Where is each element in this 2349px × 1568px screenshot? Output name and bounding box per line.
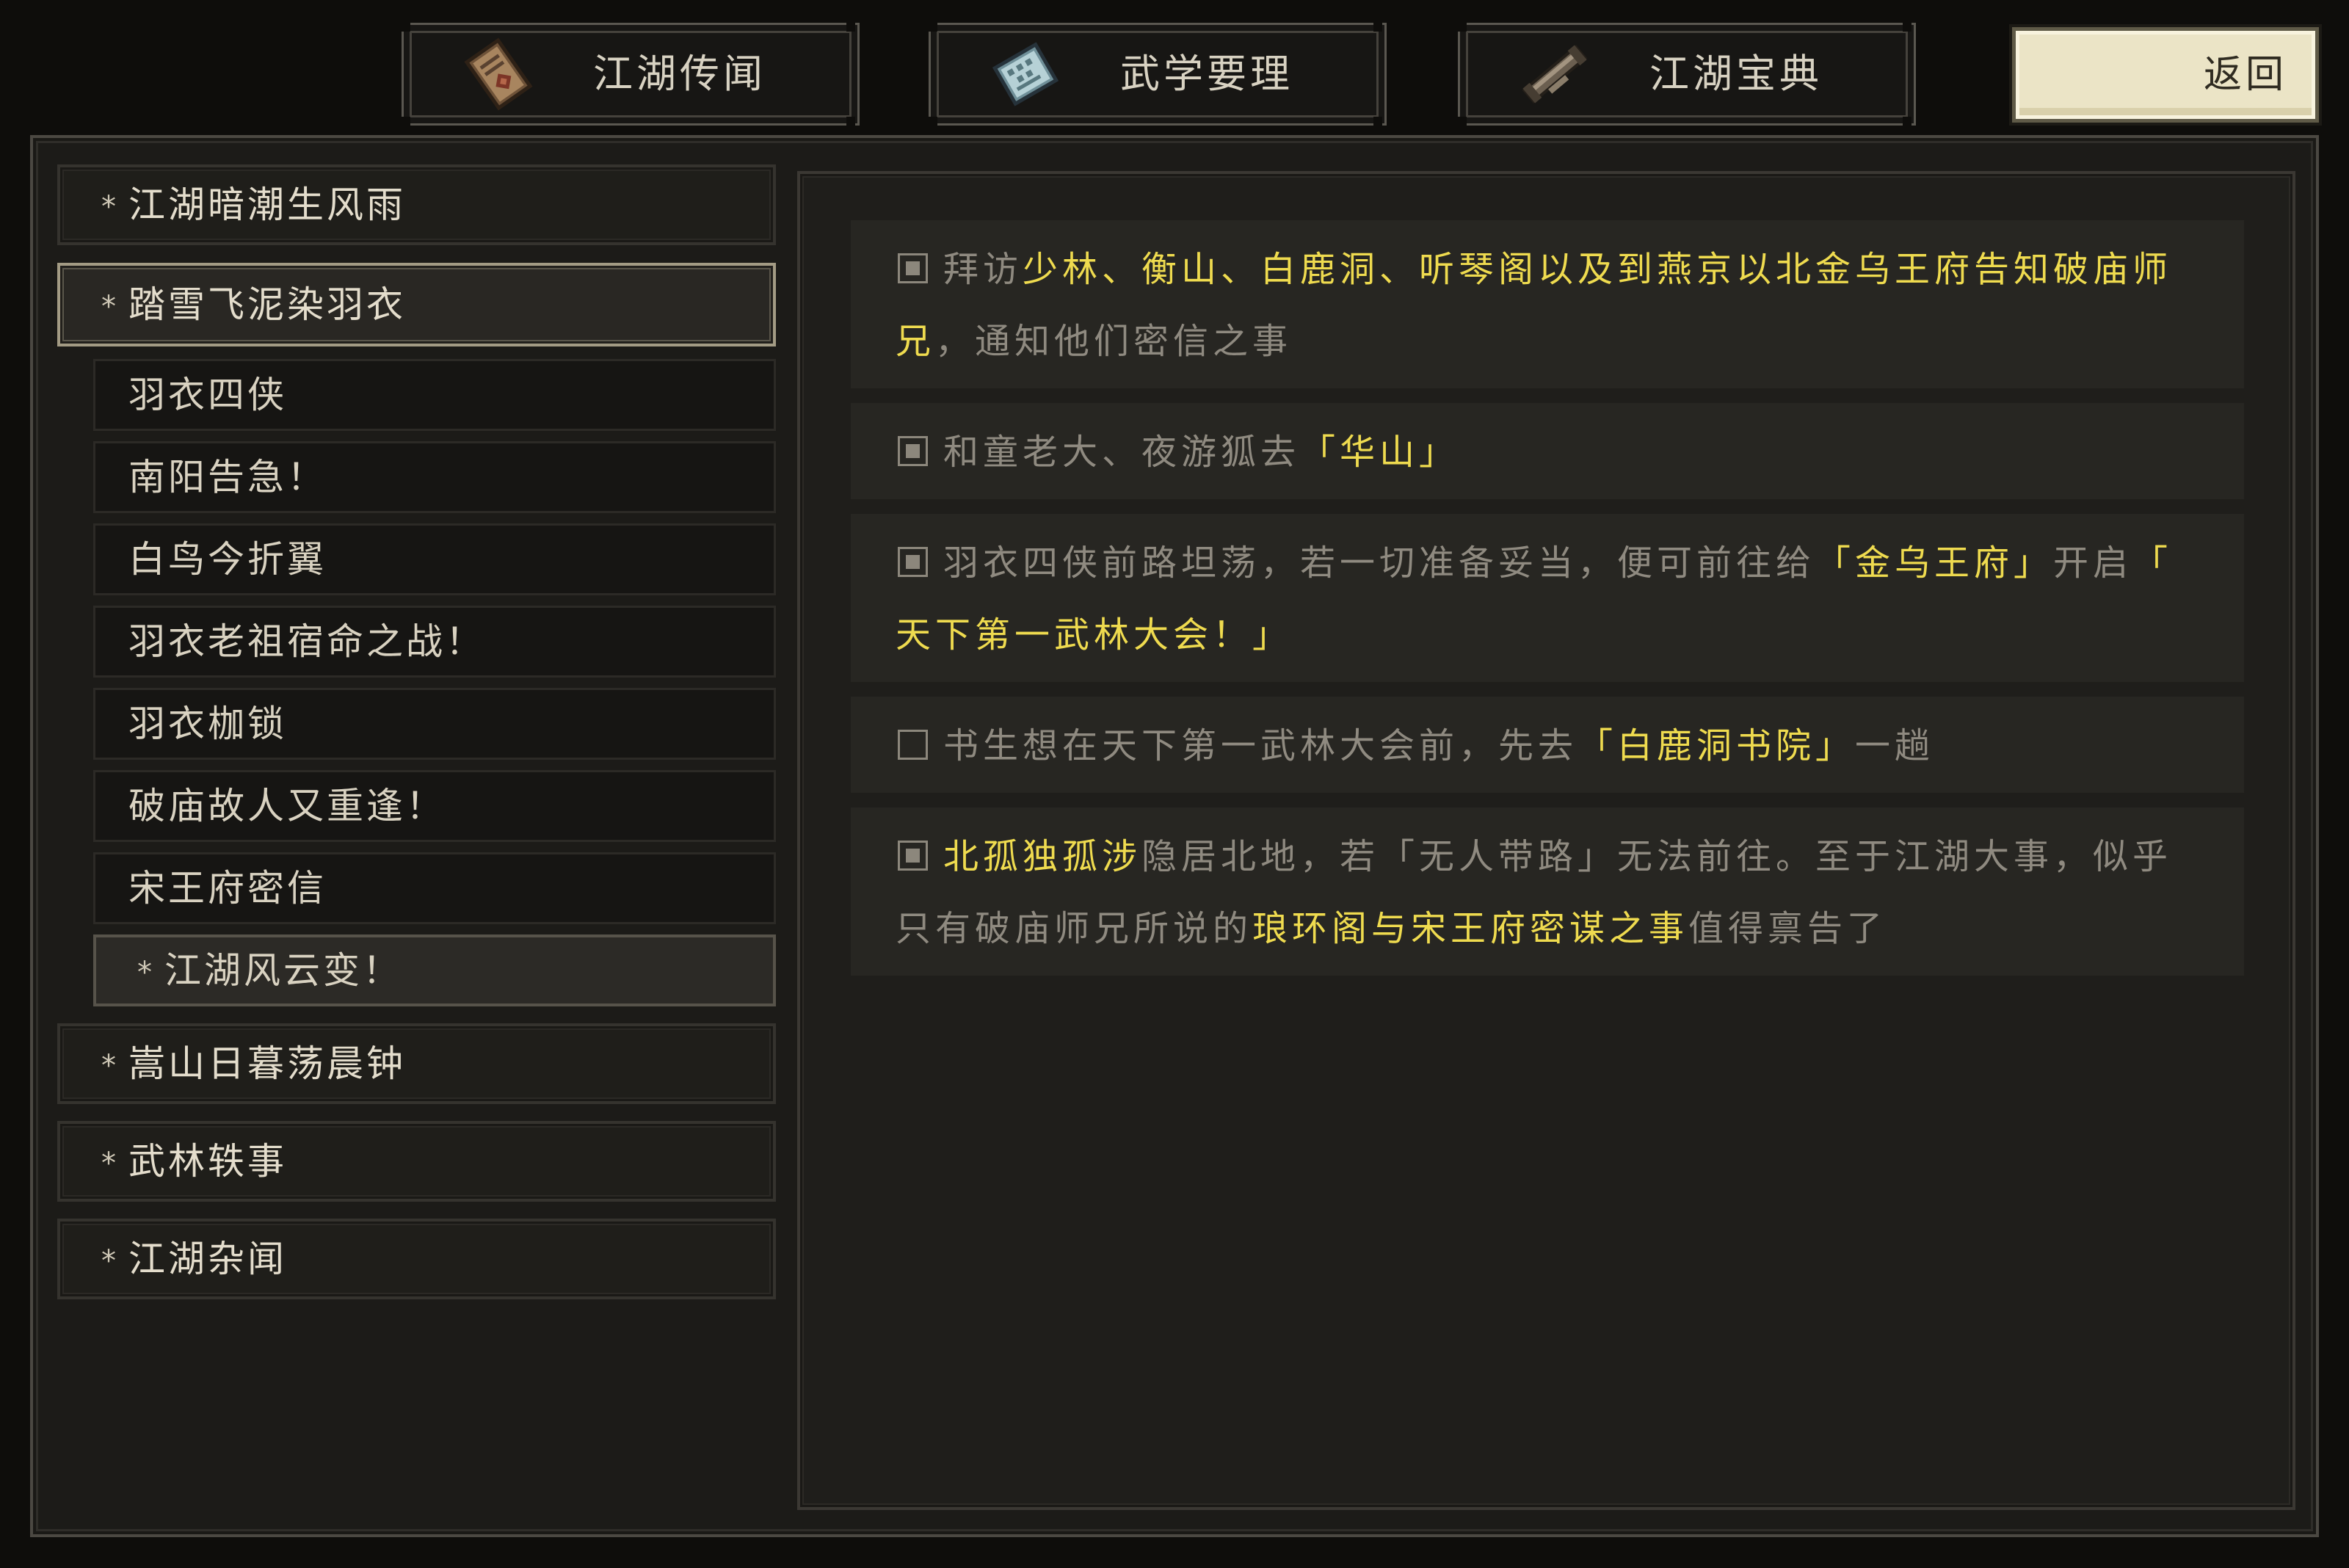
- objective-entry: 书生想在天下第一武林大会前，先去「白鹿洞书院」一趟: [851, 697, 2244, 793]
- quest-item[interactable]: 宋王府密信: [93, 852, 776, 924]
- objective-text: 一趟: [1855, 725, 1935, 766]
- objective-list: 拜访少林、衡山、白鹿洞、听琴阁以及到燕京以北金乌王府告知破庙师兄，通知他们密信之…: [851, 220, 2244, 976]
- chapter-item[interactable]: 武林轶事: [57, 1121, 776, 1202]
- quest-label: 羽衣四侠: [128, 374, 287, 416]
- objective-entry: 拜访少林、衡山、白鹿洞、听琴阁以及到燕京以北金乌王府告知破庙师兄，通知他们密信之…: [851, 220, 2244, 388]
- quest-item[interactable]: 羽衣枷锁: [93, 688, 776, 760]
- objective-text: 和童老大、夜游狐去: [943, 432, 1301, 473]
- quest-item[interactable]: 江湖风云变！: [93, 934, 776, 1006]
- objective-keyword: 「金乌王府」: [1815, 542, 2054, 584]
- quest-label: 江湖风云变！: [164, 949, 402, 992]
- quest-label: 南阳告急！: [128, 456, 327, 498]
- checkbox-icon: [898, 546, 928, 577]
- tab-jianghu-baodian[interactable]: 江湖宝典: [1458, 23, 1916, 126]
- quest-item[interactable]: 羽衣四侠: [93, 359, 776, 431]
- martial-manual-icon: [989, 37, 1062, 111]
- objective-text: 羽衣四侠前路坦荡，若一切准备妥当，便可前往给: [943, 542, 1816, 584]
- star-bullet-icon: [101, 1124, 116, 1203]
- back-button-label: 返回: [2203, 53, 2287, 97]
- checkbox-icon: [898, 253, 928, 283]
- objective-keyword: 「华山」: [1300, 432, 1459, 473]
- chapter-item[interactable]: 江湖杂闻: [57, 1219, 776, 1299]
- tab-jianghu-chuanwen[interactable]: 江湖传闻: [402, 23, 860, 126]
- objective-text: 值得禀告了: [1688, 908, 1887, 949]
- quest-label: 羽衣枷锁: [128, 703, 287, 745]
- quest-item[interactable]: 南阳告急！: [93, 441, 776, 513]
- quest-item[interactable]: 羽衣老祖宿命之战！: [93, 606, 776, 678]
- objectives-panel: 拜访少林、衡山、白鹿洞、听琴阁以及到燕京以北金乌王府告知破庙师兄，通知他们密信之…: [797, 171, 2295, 1510]
- quest-list: 羽衣四侠 南阳告急！ 白鸟今折翼 羽衣老祖宿命之战！ 羽衣枷锁 破庙故人又重逢！…: [93, 359, 776, 1006]
- back-button[interactable]: 返回: [2012, 27, 2319, 123]
- tab-label: 江湖宝典: [1649, 51, 1823, 97]
- checkbox-icon: [898, 840, 928, 871]
- chapter-item[interactable]: 江湖暗潮生风雨: [57, 164, 776, 245]
- quest-label: 破庙故人又重逢！: [128, 785, 446, 827]
- objective-entry: 北孤独孤涉隐居北地，若「无人带路」无法前往。至于江湖大事，似乎只有破庙师兄所说的…: [851, 807, 2244, 976]
- objective-keyword: 「白鹿洞书院」: [1578, 725, 1856, 766]
- chapter-label: 江湖杂闻: [128, 1238, 287, 1280]
- star-bullet-icon: [101, 1222, 116, 1301]
- tab-label: 武学要理: [1120, 51, 1293, 97]
- chapter-label: 嵩山日暮荡晨钟: [128, 1042, 406, 1085]
- objective-entry: 和童老大、夜游狐去「华山」: [851, 403, 2244, 499]
- checkbox-icon: [898, 729, 928, 760]
- objective-keyword: 琅环阁与宋王府密谋之事: [1252, 908, 1689, 949]
- star-bullet-icon: [137, 937, 152, 1008]
- objective-text: ，通知他们密信之事: [935, 321, 1293, 362]
- objective-text: 开启: [2053, 542, 2133, 584]
- chapter-item[interactable]: 踏雪飞泥染羽衣: [57, 263, 776, 346]
- chapter-label: 武林轶事: [128, 1140, 287, 1183]
- objective-entry: 羽衣四侠前路坦荡，若一切准备妥当，便可前往给「金乌王府」开启「天下第一武林大会！…: [851, 514, 2244, 682]
- quest-item[interactable]: 白鸟今折翼: [93, 523, 776, 595]
- star-bullet-icon: [101, 167, 116, 247]
- quest-item[interactable]: 破庙故人又重逢！: [93, 770, 776, 842]
- tab-label: 江湖传闻: [593, 51, 766, 97]
- star-bullet-icon: [101, 1026, 116, 1106]
- scroll-letter-icon: [462, 37, 535, 111]
- objective-keyword: 北孤独孤涉: [943, 836, 1142, 877]
- quest-label: 白鸟今折翼: [128, 538, 327, 581]
- objective-text: 拜访: [943, 249, 1023, 290]
- star-bullet-icon: [101, 266, 116, 348]
- quest-label: 羽衣老祖宿命之战！: [128, 620, 485, 663]
- chapter-list: 江湖暗潮生风雨 踏雪飞泥染羽衣 羽衣四侠 南阳告急！ 白鸟今折翼 羽衣老祖宿命之…: [57, 164, 776, 1299]
- quest-label: 宋王府密信: [128, 867, 327, 910]
- checkbox-icon: [898, 435, 928, 466]
- chapter-label: 江湖暗潮生风雨: [128, 184, 406, 226]
- rolled-scroll-icon: [1518, 37, 1591, 111]
- chapter-label: 踏雪飞泥染羽衣: [128, 283, 406, 326]
- chapter-item[interactable]: 嵩山日暮荡晨钟: [57, 1023, 776, 1104]
- tab-wuxue-yaoli[interactable]: 武学要理: [929, 23, 1387, 126]
- objective-text: 书生想在天下第一武林大会前，先去: [943, 725, 1578, 766]
